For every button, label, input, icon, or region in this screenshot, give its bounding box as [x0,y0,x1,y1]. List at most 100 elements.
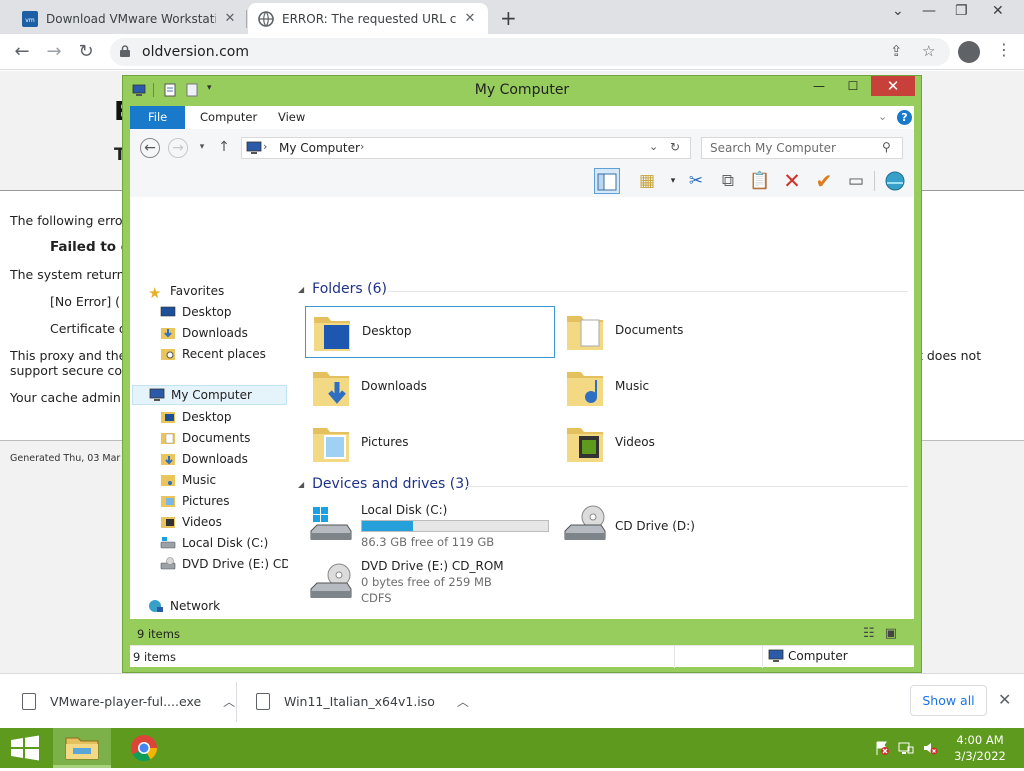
close-icon[interactable]: ✕ [998,690,1011,709]
nav-item-pictures[interactable]: Pictures [160,491,230,511]
profile-avatar[interactable] [958,41,980,63]
preview-pane-icon[interactable] [594,168,620,194]
help-icon[interactable]: ? [897,110,912,125]
tab-view[interactable]: View [264,106,319,129]
show-all-button[interactable]: Show all [910,685,987,716]
reload-button[interactable]: ↻ [74,40,98,64]
minimize-button[interactable]: — [805,76,833,96]
folder-tile-pictures[interactable]: Pictures [305,418,555,470]
tab-error[interactable]: ERROR: The requested URL could not be re… [248,3,488,34]
nav-item-recent-places[interactable]: Recent places [160,344,266,364]
action-center-flag-icon[interactable] [874,740,890,756]
forward-button[interactable]: → [42,40,66,64]
forward-button[interactable]: → [168,138,188,158]
download-item[interactable]: Win11_Italian_x64v1.iso ︿ [256,674,469,729]
tab-file[interactable]: File [130,106,186,129]
breadcrumb[interactable]: My Computer [279,141,360,155]
folder-tile-desktop[interactable]: Desktop [305,306,555,358]
explorer-window[interactable]: ▾ My Computer — ☐ ✕ File Computer View ⌄… [122,75,922,673]
nav-item-desktop[interactable]: Desktop [160,407,232,427]
recent-locations-icon[interactable]: ▾ [192,138,212,158]
minimize-button[interactable]: — [922,3,936,19]
computer-icon [246,141,262,154]
address-dropdown-icon[interactable]: ⌄ [649,140,658,153]
drive-tile-local-disk[interactable]: Local Disk (C:) 86.3 GB free of 119 GB [305,503,555,549]
nav-my-computer[interactable]: My Computer [132,385,287,405]
nav-item-dvd-drive[interactable]: DVD Drive (E:) CD_ROM [160,554,288,574]
taskbar-explorer[interactable] [53,728,111,768]
taskbar-chrome[interactable] [115,728,173,768]
nav-item-downloads[interactable]: Downloads [160,449,248,469]
refresh-icon[interactable]: ↻ [670,140,680,154]
rename-icon[interactable]: ▭ [843,168,869,194]
folder-tile-videos[interactable]: Videos [559,418,809,470]
collapse-triangle-icon[interactable]: ◢ [298,480,304,489]
tile-label: Videos [615,435,655,449]
checkmark-icon[interactable]: ✔ [811,168,837,194]
paste-icon[interactable]: 📋 [747,168,773,194]
address-box[interactable]: › My Computer › ⌄ ↻ [241,137,691,159]
nav-item-videos[interactable]: Videos [160,512,222,532]
cut-icon[interactable]: ✂ [683,168,709,194]
chrome-icon [131,735,158,762]
close-button[interactable]: ✕ [871,76,915,96]
breadcrumb-chevron-icon[interactable]: › [360,140,364,153]
taskbar: 4:00 AM 3/3/2022 [0,728,1024,768]
folders-group-header[interactable]: ◢ Folders (6) [298,281,387,297]
pictures-folder-icon [313,428,349,462]
back-button[interactable]: ← [140,138,160,158]
breadcrumb-chevron-icon[interactable]: › [263,140,267,153]
folder-tile-documents[interactable]: Documents [559,306,809,358]
nav-item-desktop[interactable]: Desktop [160,302,232,322]
nav-item-local-disk[interactable]: Local Disk (C:) [160,533,268,553]
folder-tile-downloads[interactable]: Downloads [305,362,555,414]
network-globe-icon[interactable] [882,168,908,194]
explorer-titlebar[interactable]: ▾ My Computer — ☐ ✕ [123,76,921,104]
group-header-label: Devices and drives (3) [312,476,470,492]
nav-item-documents[interactable]: Documents [160,428,250,448]
restore-button[interactable]: ❐ [955,3,968,19]
folder-tile-music[interactable]: Music [559,362,809,414]
collapse-triangle-icon[interactable]: ◢ [298,285,304,294]
address-bar[interactable]: oldversion.com ⇪ ☆ [110,38,950,66]
bookmark-star-icon[interactable]: ☆ [922,42,935,60]
details-view-icon[interactable]: ☷ [863,626,875,641]
nav-label: Pictures [182,494,230,508]
error-text-line: [No Error] ( [50,294,121,309]
back-button[interactable]: ← [10,40,34,64]
delete-icon[interactable]: ✕ [779,168,805,194]
drive-tile-cd[interactable]: CD Drive (D:) [559,503,809,547]
tab-search-icon[interactable]: ⌄ [892,3,904,19]
chevron-up-icon[interactable]: ︿ [457,693,469,710]
volume-muted-icon[interactable] [922,740,938,756]
nav-network[interactable]: Network [148,596,220,616]
search-input[interactable]: Search My Computer ⚲ [701,137,903,159]
large-icons-view-icon[interactable]: ▣ [885,626,897,641]
nav-favorites[interactable]: ★ Favorites [148,281,224,302]
browser-toolbar: ← → ↻ oldversion.com ⇪ ☆ ⋮ [0,34,1024,70]
maximize-button[interactable]: ☐ [839,76,867,96]
tab-close-icon[interactable]: ✕ [462,11,478,26]
chrome-menu-icon[interactable]: ⋮ [996,40,1012,59]
nav-item-downloads[interactable]: Downloads [160,323,248,343]
network-tray-icon[interactable] [898,740,914,756]
nav-item-music[interactable]: Music [160,470,216,490]
chevron-up-icon[interactable]: ︿ [223,693,235,710]
tab-computer[interactable]: Computer [186,106,271,129]
start-button[interactable] [0,728,50,768]
tab-title: ERROR: The requested URL could not be re… [282,11,456,26]
new-tab-button[interactable]: + [500,6,517,30]
download-item[interactable]: VMware-player-ful....exe ︿ [22,674,235,729]
properties-icon[interactable]: ▦ [634,168,660,194]
drive-free-space: 86.3 GB free of 119 GB [361,535,495,549]
tab-close-icon[interactable]: ✕ [222,11,238,26]
up-button[interactable]: ↑ [214,138,234,158]
copy-icon[interactable]: ⧉ [715,168,741,194]
chevron-down-icon[interactable]: ⌄ [878,110,887,123]
tab-vmware[interactable]: vm Download VMware Workstation ✕ [12,3,248,34]
devices-group-header[interactable]: ◢ Devices and drives (3) [298,476,470,492]
drive-tile-dvd[interactable]: DVD Drive (E:) CD_ROM 0 bytes free of 25… [305,559,555,615]
system-clock[interactable]: 4:00 AM 3/3/2022 [952,732,1008,764]
share-icon[interactable]: ⇪ [890,42,903,60]
close-button[interactable]: ✕ [992,3,1004,19]
